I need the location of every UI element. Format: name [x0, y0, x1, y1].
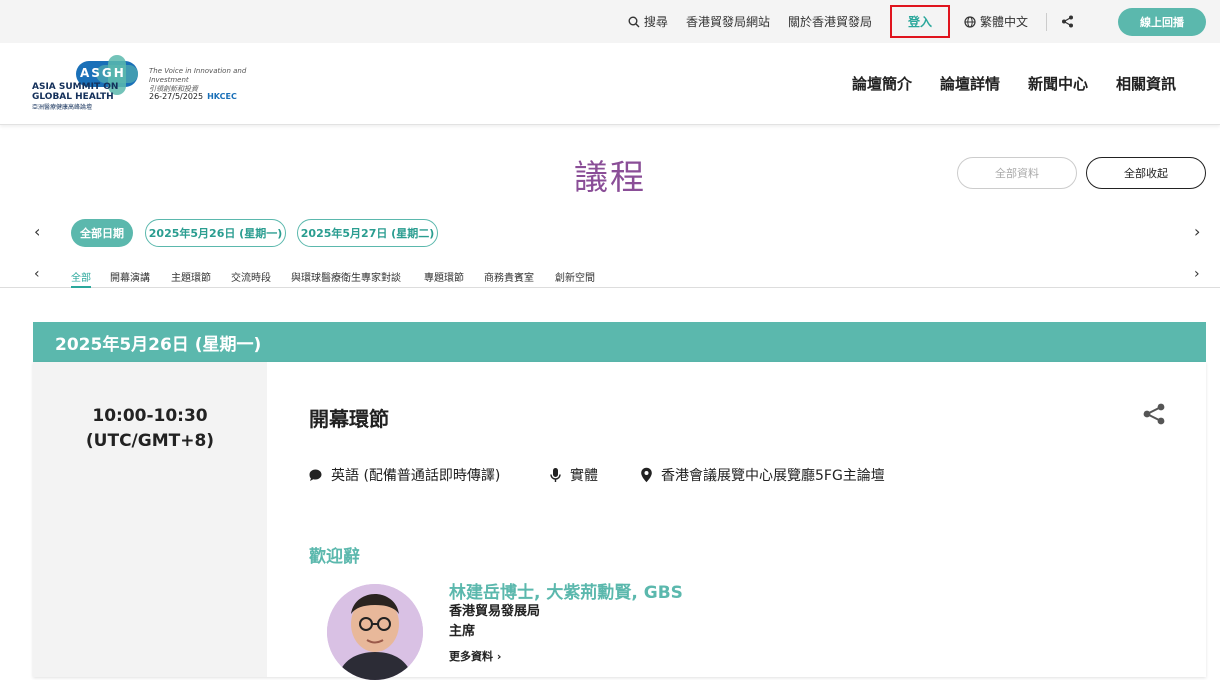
date-chip-all[interactable]: 全部日期	[71, 219, 133, 247]
site-header: ASGH ASIA SUMMIT ON GLOBAL HEALTH 亞洲醫療健康…	[0, 43, 1220, 125]
logo-acronym: ASGH	[80, 66, 126, 80]
date-chip-may26[interactable]: 2025年5月26日 (星期一)	[145, 219, 286, 247]
tab-innovation-space[interactable]: 創新空間	[555, 269, 595, 284]
search-link[interactable]: 搜尋	[628, 13, 668, 30]
tab-keynote[interactable]: 主題環節	[171, 269, 211, 284]
login-link[interactable]: 登入	[889, 5, 950, 38]
session-timezone: (UTC/GMT+8)	[85, 431, 215, 451]
tab-all[interactable]: 全部	[71, 269, 91, 288]
chevron-right-icon[interactable]: ›	[1194, 222, 1200, 241]
speaker-avatar	[327, 584, 423, 680]
logo-dates: 26-27/5/2025 HKCEC	[149, 92, 237, 101]
share-button[interactable]	[1061, 15, 1074, 28]
session-title: 開幕環節	[309, 407, 389, 431]
session-time: 10:00-10:30 (UTC/GMT+8)	[33, 404, 267, 454]
speaker-organization: 香港貿易發展局	[449, 604, 541, 619]
category-tabs: ‹ 全部 開幕演講 主題環節 交流時段 與環球醫療衛生專家對談 專題環節 商務貴…	[0, 266, 1220, 288]
section-heading: 歡迎辭	[309, 547, 360, 567]
tab-opening-speech[interactable]: 開幕演講	[110, 269, 150, 284]
logo-line2: GLOBAL HEALTH	[32, 92, 114, 102]
online-replay-button[interactable]: 線上回播	[1118, 7, 1206, 36]
asgh-logo[interactable]: ASGH ASIA SUMMIT ON GLOBAL HEALTH 亞洲醫療健康…	[32, 55, 272, 115]
collapse-all-button[interactable]: 全部收起	[1086, 157, 1206, 189]
tab-global-experts[interactable]: 與環球醫療衛生專家對談	[291, 269, 401, 284]
search-icon	[628, 16, 640, 27]
search-label: 搜尋	[643, 15, 668, 29]
date-filter: ‹ 全部日期 2025年5月26日 (星期一) 2025年5月27日 (星期二)…	[0, 219, 1220, 247]
location-pin-icon	[641, 467, 652, 483]
nav-item-news-centre[interactable]: 新聞中心	[1028, 73, 1088, 94]
chevron-right-icon[interactable]: ›	[1194, 266, 1200, 282]
speaker-role: 主席	[449, 624, 476, 639]
microphone-icon	[550, 468, 561, 482]
all-info-button[interactable]: 全部資料	[957, 157, 1077, 189]
logo-tagline: The Voice in Innovation and Investment 引…	[149, 67, 272, 94]
session-format: 實體	[549, 465, 598, 485]
tab-thematic[interactable]: 專題環節	[424, 269, 464, 284]
day-header: 2025年5月26日 (星期一)	[33, 322, 1206, 362]
about-link[interactable]: 關於香港貿發局	[788, 13, 872, 30]
time-column: 10:00-10:30 (UTC/GMT+8)	[33, 362, 267, 677]
divider	[1046, 12, 1047, 31]
event-dates: 26-27/5/2025	[149, 92, 204, 101]
share-icon	[1062, 15, 1073, 28]
utility-bar: 搜尋 香港貿發局網站 關於香港貿發局 登入 繁體中文 線上回播	[0, 0, 1220, 43]
session-location: 香港會議展覽中心展覽廳5FG主論壇	[640, 465, 885, 485]
session-time-range: 10:00-10:30	[92, 406, 208, 426]
language-label: 繁體中文	[979, 15, 1028, 29]
session-card: 10:00-10:30 (UTC/GMT+8) 開幕環節 英語 (配備普通話即時…	[33, 362, 1206, 680]
event-venue: HKCEC	[207, 92, 237, 101]
logo-line1: ASIA SUMMIT ON	[32, 82, 119, 92]
session-language: 英語 (配備普通話即時傳譯)	[308, 465, 500, 485]
chevron-left-icon[interactable]: ‹	[34, 266, 40, 282]
tab-business-lounge[interactable]: 商務貴賓室	[484, 269, 534, 284]
chevron-left-icon[interactable]: ‹	[34, 222, 40, 241]
speaker-more-link[interactable]: 更多資料 ›	[449, 648, 501, 664]
share-icon[interactable]	[1142, 402, 1166, 426]
nav-item-related-info[interactable]: 相關資訊	[1116, 73, 1176, 94]
session-language-text: 英語 (配備普通話即時傳譯)	[331, 468, 501, 484]
logo-line3: 亞洲醫療健康高峰論壇	[32, 104, 93, 111]
tab-networking[interactable]: 交流時段	[231, 269, 271, 284]
date-chip-may27[interactable]: 2025年5月27日 (星期二)	[297, 219, 438, 247]
main-nav: 論壇簡介 論壇詳情 新聞中心 相關資訊	[852, 73, 1176, 94]
globe-icon	[964, 15, 976, 28]
hktdc-site-link[interactable]: 香港貿發局網站	[686, 13, 770, 30]
session-location-text: 香港會議展覽中心展覽廳5FG主論壇	[661, 468, 885, 484]
speaker-portrait	[327, 584, 423, 680]
speech-bubble-icon	[309, 469, 322, 481]
logo-tagline-en: The Voice in Innovation and Investment	[149, 67, 247, 84]
nav-item-forum-details[interactable]: 論壇詳情	[940, 73, 1000, 94]
language-selector[interactable]: 繁體中文	[964, 13, 1028, 30]
nav-item-forum-intro[interactable]: 論壇簡介	[852, 73, 912, 94]
session-format-text: 實體	[570, 468, 598, 484]
